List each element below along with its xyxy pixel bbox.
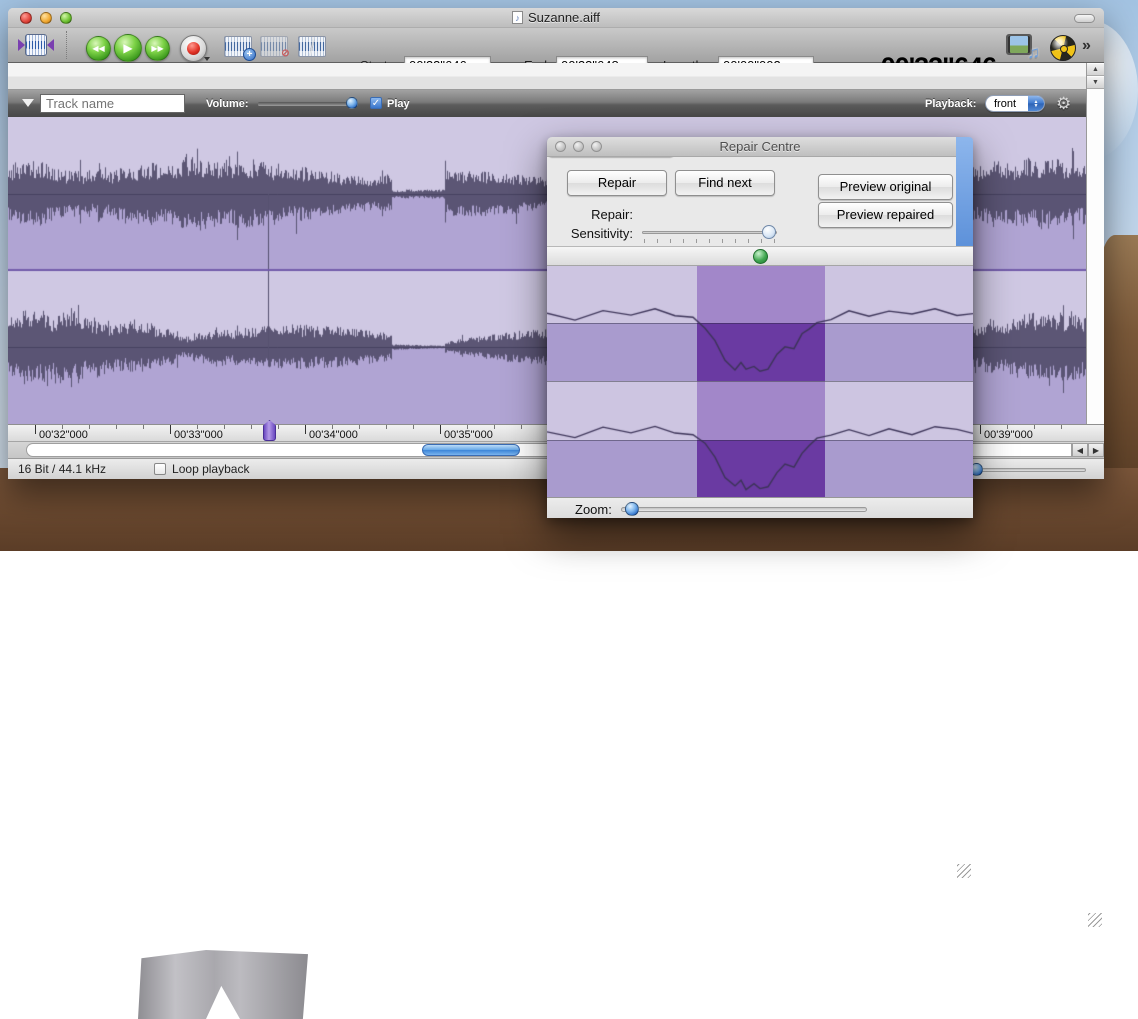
volume-slider-thumb[interactable] (346, 97, 358, 109)
repair-centre-dialog: Repair Centre Repair Find next Preview o… (547, 137, 973, 518)
window-resize-grip[interactable] (1088, 913, 1102, 927)
preview-original-button[interactable]: Preview original (818, 174, 953, 200)
dialog-title: Repair Centre (720, 139, 801, 154)
tick-label: 00'33"000 (174, 429, 223, 441)
dialog-waveform-view[interactable] (547, 266, 973, 497)
toolbar-separator (66, 31, 67, 59)
dialog-waveform-canvas (547, 266, 973, 497)
minor-tick (359, 425, 360, 429)
waveform-squeeze-icon[interactable] (298, 36, 326, 57)
minor-tick (413, 425, 414, 429)
minor-tick (89, 425, 90, 429)
sensitivity-label: Sensitivity: (553, 226, 633, 241)
playback-label: Playback: (925, 98, 976, 110)
dialog-minimize-button[interactable] (573, 141, 584, 152)
disclosure-triangle-icon[interactable] (22, 99, 34, 107)
toolbar-toggle-button[interactable] (1074, 14, 1095, 23)
media-browser-icon[interactable]: ♫ (1006, 34, 1040, 60)
play-label: Play (387, 98, 410, 110)
scroll-up-button[interactable]: ▲ (1087, 64, 1104, 76)
desktop-figure (138, 950, 308, 1019)
sensitivity-slider[interactable] (642, 231, 777, 234)
major-tick (35, 425, 36, 434)
window-titlebar[interactable]: ♪ Suzanne.aiff (8, 8, 1104, 28)
tick-label: 00'35"000 (444, 429, 493, 441)
waveform-delete-icon: ⊘ (260, 36, 288, 57)
major-tick (305, 425, 306, 434)
fast-forward-button[interactable]: ▶▶ (145, 36, 170, 61)
document-icon: ♪ (512, 11, 523, 24)
repair-mode-label: Repair: (563, 207, 633, 222)
popup-stepper-icon: ▲▼ (1028, 96, 1044, 111)
scroll-left-button[interactable]: ◀ (1072, 443, 1088, 457)
repair-button[interactable]: Repair (567, 170, 667, 196)
sensitivity-slider-thumb[interactable] (762, 225, 776, 239)
hscroll-thumb[interactable] (422, 444, 520, 456)
dialog-zoom-thumb[interactable] (625, 502, 639, 516)
toolbar-overflow-chevron[interactable]: » (1082, 37, 1091, 55)
dialog-zoom-button[interactable] (591, 141, 602, 152)
minor-tick (1061, 425, 1062, 429)
tick-label: 00'39"000 (984, 429, 1033, 441)
record-button[interactable] (180, 35, 207, 62)
volume-label: Volume: (206, 98, 249, 110)
record-dot-icon (187, 42, 200, 55)
minor-tick (251, 425, 252, 429)
close-button[interactable] (20, 12, 32, 24)
major-tick (980, 425, 981, 434)
overview-strip (8, 63, 1104, 90)
play-button[interactable]: ▶ (114, 34, 142, 62)
toolbar: ◀◀ ▶ ▶▶ + ⊘ Start: End: Length: 00'33"64… (8, 28, 1104, 63)
tick-label: 00'34"000 (309, 429, 358, 441)
sensitivity-tick-marks (644, 239, 777, 244)
activity-strip (547, 246, 973, 266)
playback-value: front (994, 98, 1016, 110)
dialog-resize-grip[interactable] (957, 864, 971, 878)
burn-icon[interactable] (1050, 35, 1076, 61)
format-status: 16 Bit / 44.1 kHz (18, 462, 106, 476)
minor-tick (224, 425, 225, 429)
minor-tick (521, 425, 522, 429)
status-led-icon (753, 249, 768, 264)
dialog-zoom-slider[interactable] (621, 507, 867, 512)
major-tick (170, 425, 171, 434)
vertical-scrollbar[interactable] (1086, 63, 1104, 424)
track-name-input[interactable] (40, 94, 185, 113)
rewind-button[interactable]: ◀◀ (86, 36, 111, 61)
zoom-label: Zoom: (575, 502, 612, 517)
dialog-titlebar[interactable]: Repair Centre (547, 137, 973, 157)
minimize-button[interactable] (40, 12, 52, 24)
scroll-right-button[interactable]: ▶ (1088, 443, 1104, 457)
loop-playback-checkbox[interactable] (154, 463, 166, 475)
minor-tick (143, 425, 144, 429)
tick-label: 00'32"000 (39, 429, 88, 441)
desktop-background: ♪ Suzanne.aiff ◀◀ ▶ ▶▶ + ⊘ Start: (0, 0, 1138, 551)
dialog-close-button[interactable] (555, 141, 566, 152)
minor-tick (386, 425, 387, 429)
find-next-button[interactable]: Find next (675, 170, 775, 196)
minor-tick (494, 425, 495, 429)
selection-tool-icon[interactable] (18, 33, 54, 58)
gear-icon[interactable]: ⚙ (1056, 94, 1071, 114)
playback-select[interactable]: front ▲▼ (985, 95, 1045, 112)
scroll-down-button[interactable]: ▼ (1087, 77, 1104, 89)
window-title: Suzanne.aiff (528, 10, 600, 25)
dialog-zoom-bar: Zoom: (547, 497, 973, 518)
minor-tick (116, 425, 117, 429)
minor-tick (1034, 425, 1035, 429)
volume-slider[interactable] (258, 102, 358, 105)
record-dropdown-arrow[interactable] (204, 57, 210, 61)
major-tick (440, 425, 441, 434)
play-checkbox[interactable]: ✓ (370, 97, 382, 109)
waveform-add-icon[interactable]: + (224, 36, 252, 57)
track-header: Volume: ✓ Play Playback: front ▲▼ ⚙ (8, 90, 1104, 117)
minor-tick (278, 425, 279, 429)
loop-playback-label: Loop playback (172, 462, 249, 476)
zoom-button[interactable] (60, 12, 72, 24)
preview-repaired-button[interactable]: Preview repaired (818, 202, 953, 228)
